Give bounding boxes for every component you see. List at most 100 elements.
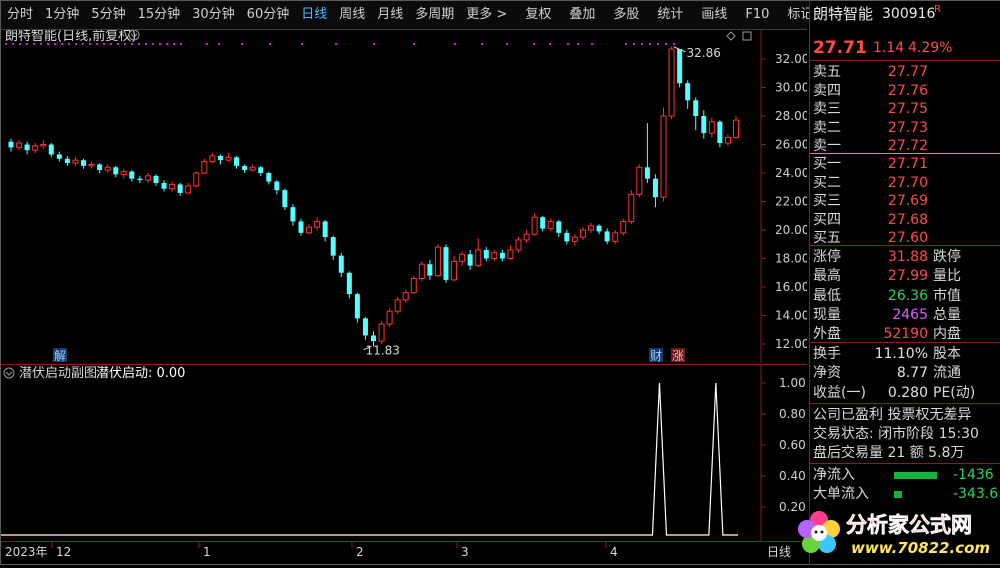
signal-dot xyxy=(241,43,243,45)
candle xyxy=(547,218,554,232)
signal-dot xyxy=(481,43,483,45)
signal-dot xyxy=(75,43,77,45)
candle xyxy=(677,49,683,88)
app-window: 分时 1分钟 5分钟 15分钟 30分钟 60分钟 日线 周线 月线 多周期 更多 > 复权 叠加 多股统… xyxy=(0,0,1000,565)
bid-label: 买二 xyxy=(813,174,841,191)
signal-dot xyxy=(577,43,579,45)
sub-y-tick: 0.80 xyxy=(779,407,806,421)
signal-dot xyxy=(82,43,84,45)
info-text: 交易状态: 闭市阶段 15:30 xyxy=(813,426,979,442)
stat-label: 换手 xyxy=(813,346,841,362)
tool-button-4[interactable]: 画线 xyxy=(695,1,733,29)
candle xyxy=(177,182,183,196)
period-tab-0[interactable]: 分时 xyxy=(1,1,39,29)
flow-bar xyxy=(894,491,902,498)
main-y-tick: 32.00 xyxy=(775,52,807,66)
tool-button-0[interactable]: 复权 xyxy=(519,1,557,29)
main-kline-chart[interactable]: 32.00 30.00 28.00 26.00 24.00 22.00 20.00 18.00… xyxy=(1,28,809,363)
candle xyxy=(161,180,167,192)
signal-dot xyxy=(61,43,63,45)
sub-y-tick: 0.60 xyxy=(779,438,806,452)
signal-dot xyxy=(218,43,220,45)
ask-row: 卖三 27.75 xyxy=(810,100,1000,119)
candle xyxy=(97,163,103,173)
time-label: 3 xyxy=(461,545,469,559)
signal-dot xyxy=(138,43,140,45)
sub-indicator-chart[interactable]: 1.00 0.80 0.60 0.40 0.20 潜伏启动副图 潜伏启动: 0.00 xyxy=(1,364,807,542)
sub-indicator-value: 潜伏启动: 0.00 xyxy=(96,366,185,381)
candle xyxy=(104,164,111,173)
stat-value: 8.77 xyxy=(896,365,928,382)
period-tab-9[interactable]: 多周期 xyxy=(409,1,460,29)
margin-badge: R xyxy=(934,4,941,15)
ask-price: 27.76 xyxy=(887,82,928,99)
stat-value: 26.36 xyxy=(887,287,928,304)
finance-marker[interactable]: 财 xyxy=(650,349,662,363)
candle xyxy=(491,249,498,262)
candle xyxy=(64,155,70,166)
candle xyxy=(515,237,522,253)
unlock-marker[interactable]: 解 xyxy=(54,349,66,363)
tool-button-5[interactable]: F10 xyxy=(739,1,775,29)
candle xyxy=(636,164,643,198)
sub-chart-title: 潜伏启动副图 xyxy=(19,366,97,381)
stat-label-2: PE(动) xyxy=(933,384,976,401)
stat-row: 最高 27.99 量比 xyxy=(810,267,1000,286)
signal-dot xyxy=(33,43,35,45)
watermark-title: 分析家公式网 xyxy=(846,513,972,537)
diamond-icon[interactable] xyxy=(726,31,736,41)
stat-value: 31.88 xyxy=(887,249,928,265)
candle xyxy=(16,140,23,151)
candle xyxy=(185,182,192,195)
candle xyxy=(32,143,39,154)
signal-dot xyxy=(591,43,593,45)
chevron-down-circle-icon[interactable] xyxy=(3,367,15,379)
candle xyxy=(459,251,466,266)
signal-dot xyxy=(131,43,133,45)
signal-dot xyxy=(145,43,147,45)
candle xyxy=(652,174,658,208)
stat2-row: 收益(一) 0.280 PE(动) xyxy=(810,384,1000,403)
main-y-tick: 16.00 xyxy=(775,280,807,294)
period-tab-8[interactable]: 月线 xyxy=(371,1,409,29)
tool-button-3[interactable]: 统计 xyxy=(651,1,689,29)
candle xyxy=(137,175,143,183)
window-icon[interactable] xyxy=(742,31,752,41)
candle xyxy=(209,153,216,164)
candle xyxy=(523,230,530,243)
candle xyxy=(298,218,304,236)
period-tab-1[interactable]: 1分钟 xyxy=(39,1,85,29)
stat-label: 最高 xyxy=(813,268,841,285)
candle xyxy=(410,275,417,295)
period-tab-5[interactable]: 60分钟 xyxy=(241,1,296,29)
candle xyxy=(620,218,627,236)
bid-price: 27.68 xyxy=(887,211,928,228)
info-row: 交易状态: 闭市阶段 15:30 xyxy=(810,425,1000,444)
bid-price: 27.71 xyxy=(887,156,928,172)
signal-dot xyxy=(103,43,105,45)
bid-price: 27.70 xyxy=(887,174,928,191)
signal-dot xyxy=(5,43,7,45)
period-tab-3[interactable]: 15分钟 xyxy=(132,1,187,29)
candle xyxy=(40,140,47,149)
period-tab-6[interactable]: 日线 xyxy=(295,1,333,29)
period-tab-10[interactable]: 更多 > xyxy=(460,1,513,29)
period-tab-7[interactable]: 周线 xyxy=(333,1,371,29)
ask-row: 卖四 27.76 xyxy=(810,82,1000,101)
main-y-tick: 14.00 xyxy=(775,309,807,323)
candle xyxy=(144,173,151,183)
candle xyxy=(701,110,707,139)
ask-price: 27.77 xyxy=(887,64,928,80)
signal-dot xyxy=(373,43,375,45)
tool-button-2[interactable]: 多股 xyxy=(607,1,645,29)
candle xyxy=(386,308,393,327)
candle xyxy=(540,215,546,232)
stock-name: 朗特智能 xyxy=(813,5,874,23)
period-tab-4[interactable]: 30分钟 xyxy=(186,1,241,29)
main-y-tick: 24.00 xyxy=(775,166,807,180)
stat-label: 收益(一) xyxy=(813,384,866,401)
limit-up-marker[interactable]: 涨 xyxy=(672,348,684,363)
candle xyxy=(418,261,425,282)
period-tab-2[interactable]: 5分钟 xyxy=(85,1,131,29)
tool-button-1[interactable]: 叠加 xyxy=(563,1,601,29)
